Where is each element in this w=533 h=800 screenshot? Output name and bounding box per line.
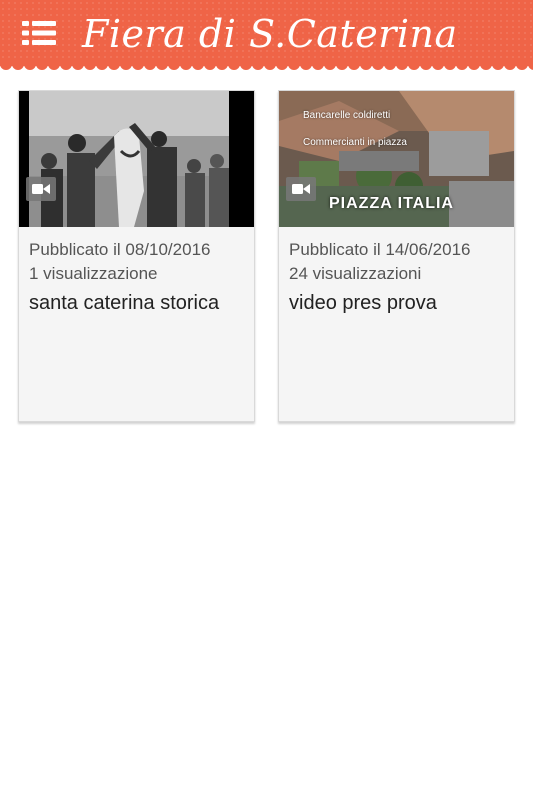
thumb-overlay-line: Bancarelle coldiretti xyxy=(303,110,391,121)
menu-button[interactable] xyxy=(22,18,58,48)
header-scallop-border xyxy=(0,62,533,74)
video-badge xyxy=(286,177,316,201)
app-header: Fiera di S.Caterina xyxy=(0,0,533,66)
hamburger-menu-icon xyxy=(22,21,56,45)
published-date: Pubblicato il 08/10/2016 xyxy=(29,240,211,259)
video-camera-icon xyxy=(292,184,310,194)
video-camera-icon xyxy=(32,184,50,194)
thumb-overlay-caption: PIAZZA ITALIA xyxy=(329,195,454,212)
video-card[interactable]: Pubblicato il 08/10/2016 1 visualizzazio… xyxy=(18,90,255,422)
video-thumbnail[interactable] xyxy=(19,91,254,227)
video-title[interactable]: video pres prova xyxy=(289,288,506,318)
view-count: 1 visualizzazione xyxy=(29,264,158,283)
app-screen: Fiera di S.Caterina Pubblicato il 08/10/… xyxy=(0,0,533,800)
video-card[interactable]: Bancarelle coldiretti Commercianti in pi… xyxy=(278,90,515,422)
page-title: Fiera di S.Caterina xyxy=(82,12,458,56)
thumbnail-image xyxy=(19,91,254,227)
view-count: 24 visualizzazioni xyxy=(289,264,422,283)
video-meta: Pubblicato il 14/06/2016 24 visualizzazi… xyxy=(289,238,506,318)
thumb-overlay-line: Commercianti in piazza xyxy=(303,137,407,148)
published-date: Pubblicato il 14/06/2016 xyxy=(289,240,471,259)
video-thumbnail[interactable]: Bancarelle coldiretti Commercianti in pi… xyxy=(279,91,514,227)
video-title[interactable]: santa caterina storica xyxy=(29,288,246,318)
video-badge xyxy=(26,177,56,201)
video-meta: Pubblicato il 08/10/2016 1 visualizzazio… xyxy=(29,238,246,318)
